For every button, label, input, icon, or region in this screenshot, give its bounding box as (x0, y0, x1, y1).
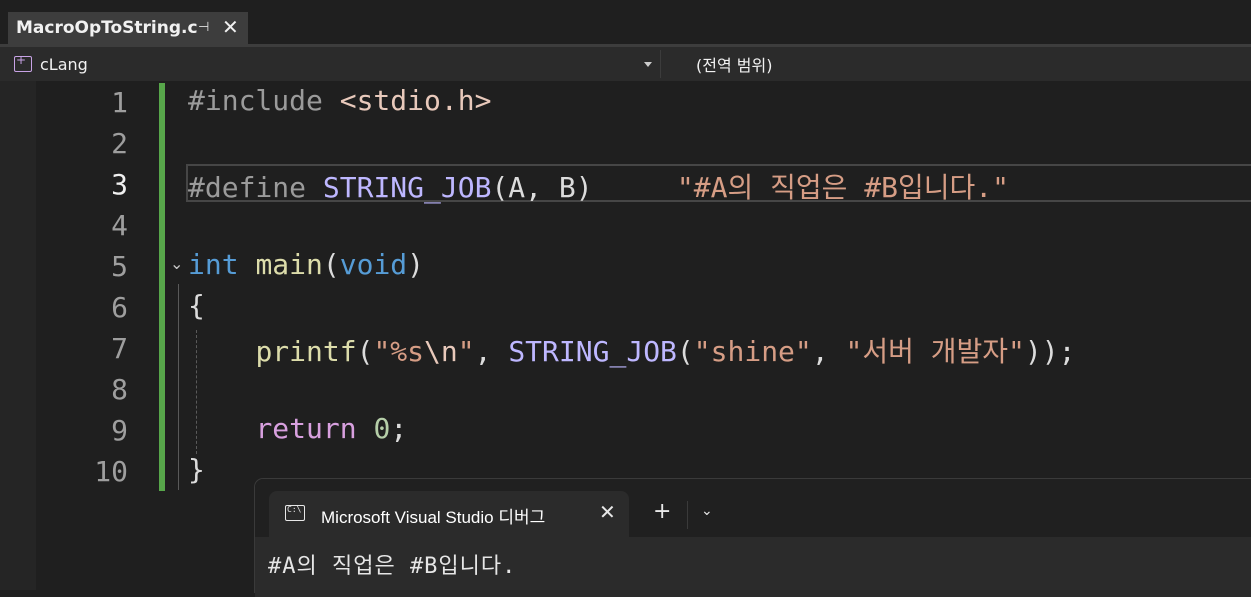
code-line-6: { (188, 289, 205, 322)
line-number: 10 (94, 455, 128, 488)
code-line-3: #define STRING_JOB(A, B) "#A의 직업은 #B입니다.… (188, 171, 1009, 204)
project-label: cLang (40, 55, 88, 74)
code-line-1: #include <stdio.h> (188, 84, 492, 117)
line-number-current: 3 (111, 168, 128, 201)
console-titlebar: Microsoft Visual Studio 디버그 ✕ + ⌄ (255, 479, 1251, 537)
close-icon[interactable]: ✕ (222, 15, 239, 39)
code-line-9: return 0; (255, 412, 408, 445)
console-tab[interactable]: Microsoft Visual Studio 디버그 ✕ (269, 491, 629, 537)
debug-console-window[interactable]: Microsoft Visual Studio 디버그 ✕ + ⌄ #A의 직업… (254, 478, 1251, 597)
console-title: Microsoft Visual Studio 디버그 (321, 508, 546, 527)
project-dropdown[interactable]: cLang (8, 50, 661, 78)
line-number: 1 (111, 86, 128, 119)
indicator-margin (0, 81, 36, 590)
code-line-5: int main(void) (188, 248, 425, 281)
close-icon[interactable]: ✕ (599, 500, 616, 524)
line-number: 8 (111, 373, 128, 406)
tab-title: MacroOpToString.c (16, 18, 198, 38)
dropdown-arrow-icon[interactable] (644, 62, 652, 67)
document-tab-strip: MacroOpToString.c ⊣ ✕ (0, 0, 1251, 44)
console-output: #A의 직업은 #B입니다. (268, 554, 517, 579)
code-line-10: } (188, 453, 205, 486)
separator (687, 501, 688, 529)
document-tab[interactable]: MacroOpToString.c ⊣ ✕ (8, 12, 248, 44)
line-number: 6 (111, 291, 128, 324)
new-tab-button[interactable]: + (653, 499, 671, 524)
navigation-bar: cLang (0, 47, 1251, 81)
line-number: 5 (111, 250, 128, 283)
line-number: 7 (111, 332, 128, 365)
line-number: 9 (111, 414, 128, 447)
collapse-chevron-icon[interactable]: ⌄ (170, 254, 183, 273)
line-number: 2 (111, 127, 128, 160)
project-icon (14, 53, 32, 72)
change-tracking-bar (159, 83, 165, 491)
chevron-down-icon[interactable]: ⌄ (701, 503, 713, 519)
outline-fold-line (178, 284, 179, 490)
line-number: 4 (111, 209, 128, 242)
code-line-7: printf("%s\n", STRING_JOB("shine", "서버 개… (255, 335, 1076, 368)
pin-icon[interactable]: ⊣ (198, 20, 209, 35)
scope-dropdown[interactable]: (전역 범위) (696, 52, 772, 76)
console-body[interactable]: #A의 직업은 #B입니다. (255, 537, 1251, 597)
terminal-icon (285, 505, 305, 521)
